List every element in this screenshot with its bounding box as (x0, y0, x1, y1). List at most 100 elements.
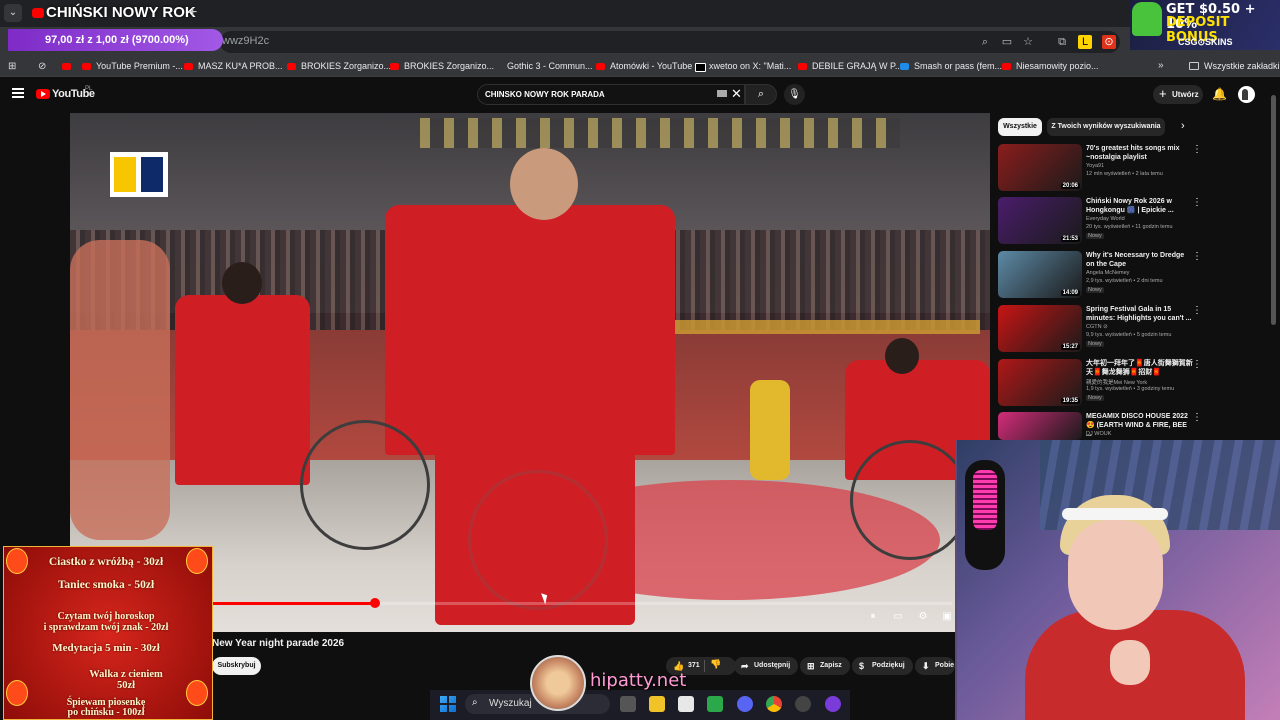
all-bookmarks-folder[interactable]: Wszystkie zakładki (1189, 61, 1280, 71)
save-button[interactable]: ⊞ Zapisz (800, 657, 850, 675)
share-button[interactable]: ➦ Udostępnij (734, 657, 799, 675)
notes-app-icon[interactable] (707, 696, 723, 712)
ad-character-icon (1132, 2, 1162, 36)
active-tab[interactable]: CHIŃSKI NOWY ROK (26, 0, 196, 27)
url-text[interactable]: wwz9H2c (222, 35, 269, 47)
recommendation-item[interactable]: 15:27 Spring Festival Gala in 15 minutes:… (998, 305, 1203, 355)
thanks-label: Podziękuj (872, 662, 905, 669)
more-options-icon[interactable]: ⋮ (1192, 305, 1202, 316)
chip-from-search[interactable]: Z Twoich wyników wyszukiwania (1047, 118, 1165, 136)
video-thumbnail[interactable]: 21:53 (998, 197, 1082, 244)
chevron-right-icon[interactable]: › (1181, 120, 1185, 132)
bookmark-item[interactable]: Gothic 3 - Commun... (493, 61, 593, 73)
search-query-text[interactable]: CHINSKO NOWY ROK PARADA (485, 90, 605, 99)
scrollbar[interactable] (1271, 95, 1276, 325)
bookmark-item[interactable]: BROKIES Zorganizo... (390, 61, 494, 73)
more-options-icon[interactable]: ⋮ (1192, 251, 1202, 262)
menu-item: Walka z cieniem (89, 669, 163, 680)
video-dancer-blur (70, 240, 170, 540)
more-options-icon[interactable]: ⋮ (1192, 197, 1202, 208)
bookmark-item[interactable]: xwetoo on X: "Mati... (695, 61, 791, 73)
obs-icon[interactable] (795, 696, 811, 712)
subscribe-button[interactable]: Subskrybuj (212, 657, 261, 675)
keyboard-icon[interactable] (717, 90, 727, 97)
cast-icon[interactable]: ▭ (1000, 35, 1014, 49)
bookmark-item[interactable]: Atomówki - YouTube (596, 61, 692, 73)
thanks-button[interactable]: $ Podziękuj (852, 657, 913, 675)
video-wheelchair (300, 420, 430, 550)
tab-search-button[interactable]: ⌄ (4, 4, 22, 22)
more-options-icon[interactable]: ⋮ (1192, 412, 1202, 423)
account-avatar[interactable] (1238, 86, 1255, 103)
more-options-icon[interactable]: ⋮ (1192, 359, 1202, 370)
chrome-icon[interactable] (766, 696, 782, 712)
new-tab-button[interactable]: + (188, 4, 204, 22)
bookmark-item[interactable]: Smash or pass (fem... (900, 61, 1002, 73)
hamburger-menu-icon[interactable] (12, 88, 24, 98)
bookmark-star-icon[interactable]: ☆ (1021, 35, 1035, 49)
file-explorer-icon[interactable] (649, 696, 665, 712)
microphone-icon[interactable]: 🎙 (784, 84, 805, 105)
notifications-bell-icon[interactable]: 🔔 (1212, 87, 1227, 101)
autoplay-toggle-icon[interactable]: ⏸ (866, 610, 880, 624)
settings-gear-icon[interactable]: ⚙ (916, 610, 930, 624)
bookmark-item[interactable]: MASZ KU*A PROB... (184, 61, 283, 73)
recommendation-title[interactable]: Spring Festival Gala in 15 minutes: High… (1086, 305, 1194, 323)
video-thumbnail[interactable] (998, 412, 1082, 440)
subtitles-icon[interactable]: ▭ (891, 610, 905, 624)
extension-bookmark-icon[interactable]: ⊘ (38, 61, 46, 72)
recommendation-title[interactable]: Why it's Necessary to Dredge on the Cape (1086, 251, 1194, 269)
windows-start-icon[interactable] (440, 696, 456, 712)
streamer-watermark-text: hipatty.net (590, 670, 687, 691)
youtube-bookmark-icon[interactable] (62, 63, 71, 70)
progress-scrubber[interactable] (370, 598, 380, 608)
bookmark-item[interactable]: DEBILE GRAJĄ W P... (798, 61, 902, 73)
video-thumbnail[interactable]: 20:06 (998, 144, 1082, 191)
task-view-icon[interactable] (620, 696, 636, 712)
video-thumbnail[interactable]: 19:35 (998, 359, 1082, 406)
extension-icon[interactable]: ⧉ (1055, 35, 1069, 49)
extension-red-icon[interactable]: ⊙ (1102, 35, 1116, 49)
bookmark-item[interactable]: BROKIES Zorganizo... (287, 61, 391, 73)
apps-grid-icon[interactable]: ⊞ (8, 61, 16, 72)
bookmark-item[interactable]: Niesamowity pozio... (1002, 61, 1099, 73)
save-icon: ⊞ (807, 661, 815, 671)
video-thumbnail[interactable]: 14:09 (998, 251, 1082, 298)
download-button[interactable]: ⬇ Pobie (915, 657, 955, 675)
recommendation-channel[interactable]: Angela McNemey (1086, 270, 1129, 276)
video-duration: 19:35 (1060, 398, 1080, 404)
watermark-navy-block (141, 157, 163, 192)
recommendation-channel[interactable]: CGTN ⊘ (1086, 324, 1108, 330)
extension-l-icon[interactable]: L (1078, 35, 1092, 49)
app-icon[interactable] (825, 696, 841, 712)
progress-played (212, 602, 375, 605)
recommendation-item[interactable]: 21:53 Chiński Nowy Rok 2026 w Hongkongu 🎆… (998, 197, 1203, 247)
search-button[interactable]: ⌕ (745, 84, 777, 105)
miniplayer-icon[interactable]: ▣ (940, 610, 954, 624)
bookmark-item[interactable]: YouTube Premium -... (82, 61, 183, 73)
recommendation-title[interactable]: 70's greatest hits songs mix ~nostalgia … (1086, 144, 1194, 162)
recommendation-channel[interactable]: 親愛的我是Mei New York (1086, 378, 1147, 386)
share-label: Udostępnij (754, 662, 791, 669)
recommendation-meta: 20 tys. wyświetleń • 11 godzin temu (1086, 224, 1173, 230)
recommendation-item[interactable]: 14:09 Why it's Necessary to Dredge on the… (998, 251, 1203, 301)
clear-search-icon[interactable]: ✕ (731, 86, 742, 102)
thumbs-down-icon[interactable]: 👎 (710, 659, 721, 670)
recommendation-channel[interactable]: DJ WOUK (1086, 431, 1111, 437)
video-title: New Year night parade 2026 (212, 638, 345, 649)
video-thumbnail[interactable]: 15:27 (998, 305, 1082, 352)
recommendation-title[interactable]: Chiński Nowy Rok 2026 w Hongkongu 🎆 | Ep… (1086, 197, 1194, 215)
recommendation-channel[interactable]: Yoya91 (1086, 163, 1104, 169)
more-bookmarks-icon[interactable]: » (1158, 60, 1164, 71)
recommendation-channel[interactable]: Everyday World (1086, 216, 1125, 222)
recommendation-title[interactable]: 大年初一拜年了🧧唐人街舞獅賀新天🧧舞龙舞狮🧧招财🧧 (1086, 359, 1194, 377)
chip-all[interactable]: Wszystkie (998, 118, 1042, 136)
discord-icon[interactable] (737, 696, 753, 712)
recommendation-item[interactable]: 19:35 大年初一拜年了🧧唐人街舞獅賀新天🧧舞龙舞狮🧧招财🧧 親愛的我是Mei N… (998, 359, 1203, 409)
youtube-logo-icon[interactable] (36, 89, 50, 99)
store-icon[interactable] (678, 696, 694, 712)
recommendation-item[interactable]: 20:06 70's greatest hits songs mix ~nosta… (998, 144, 1203, 194)
more-options-icon[interactable]: ⋮ (1192, 144, 1202, 155)
streamer-watermark-avatar (530, 655, 586, 711)
zoom-icon[interactable]: ⌕ (978, 35, 992, 49)
